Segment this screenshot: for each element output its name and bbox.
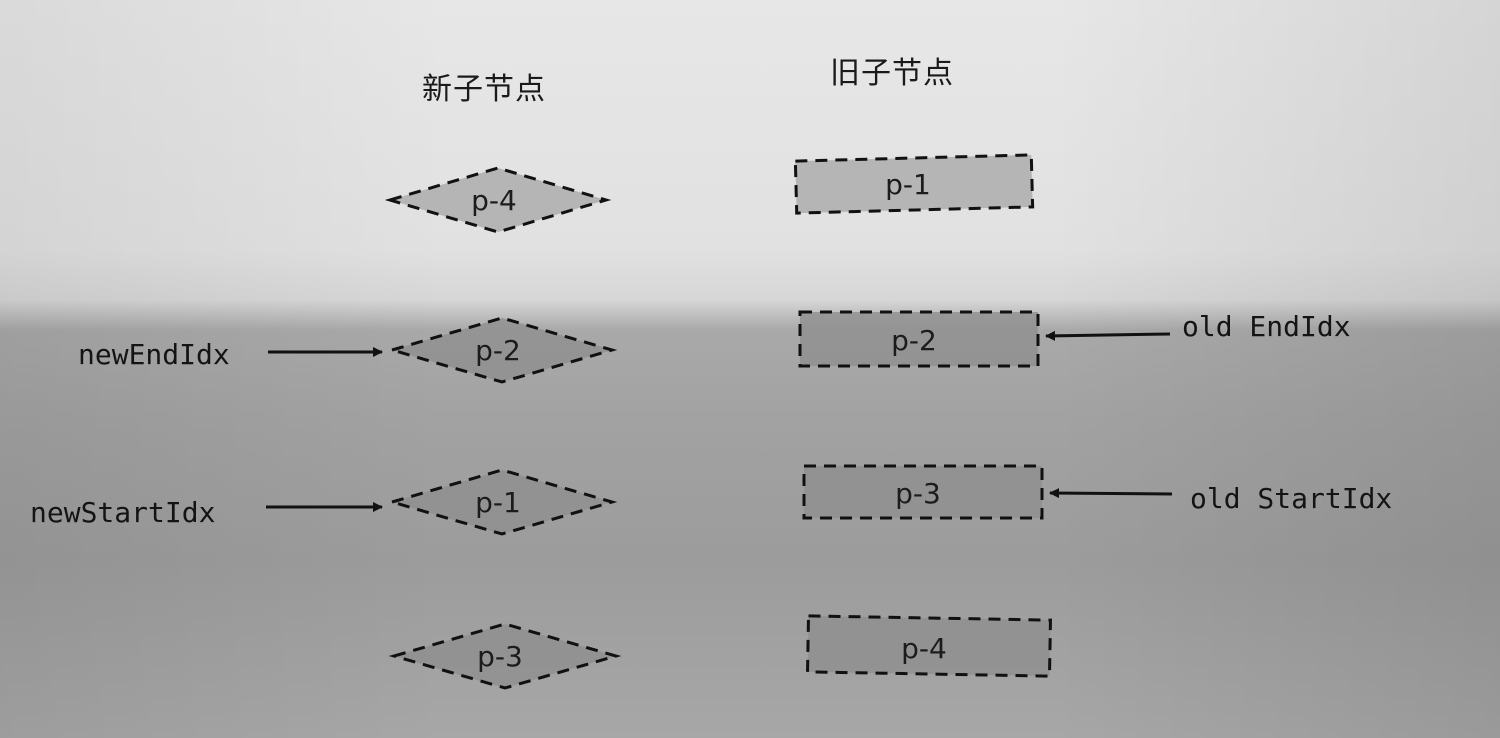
old-node-3: p-3 (802, 464, 1044, 520)
old-node-1: p-1 (793, 153, 1035, 215)
new-node-2-label: p-2 (475, 334, 521, 367)
old-node-2-label: p-2 (891, 324, 937, 357)
new-start-idx-label: newStartIdx (30, 496, 216, 529)
new-node-3: p-1 (386, 468, 618, 536)
old-node-1-label: p-1 (885, 168, 931, 201)
old-start-idx-label: old StartIdx (1190, 482, 1393, 515)
old-start-arrow (1049, 488, 1173, 499)
new-node-4-label: p-3 (477, 640, 523, 673)
new-node-2: p-2 (386, 316, 618, 384)
new-end-idx-label: newEndIdx (78, 338, 230, 371)
old-node-3-label: p-3 (895, 477, 941, 510)
old-node-2: p-2 (798, 310, 1040, 368)
new-node-4: p-3 (388, 622, 622, 690)
new-node-1-label: p-4 (471, 184, 517, 217)
old-end-idx-label: old EndIdx (1182, 310, 1351, 343)
new-node-3-label: p-1 (475, 486, 521, 519)
old-node-4-label: p-4 (901, 632, 947, 665)
old-end-arrow (1045, 330, 1171, 341)
new-node-1: p-4 (384, 166, 612, 234)
old-node-4: p-4 (806, 614, 1052, 678)
